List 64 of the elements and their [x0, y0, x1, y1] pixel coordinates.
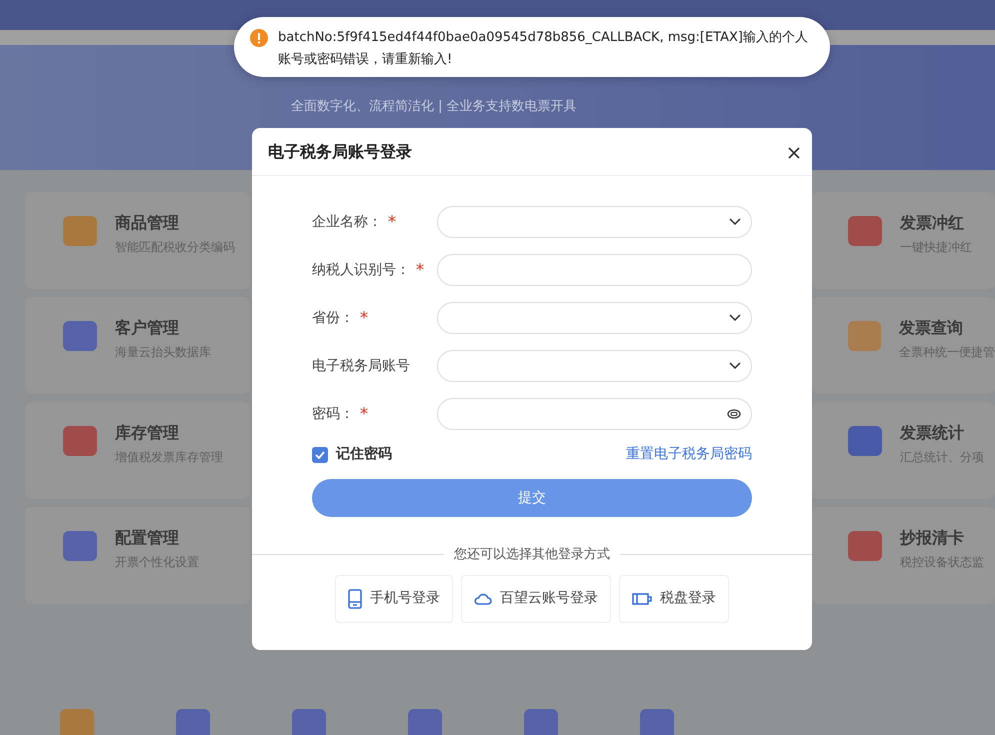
feature-title: 发票统计: [900, 422, 965, 444]
feature-card[interactable]: 配置管理 开票个性化设置: [25, 507, 250, 604]
field-label: 电子税务局账号: [312, 356, 410, 376]
eye-icon: [727, 409, 741, 419]
phone-icon: [348, 588, 362, 608]
input-field[interactable]: [437, 254, 752, 286]
required-mark: *: [388, 211, 396, 233]
feature-title: 商品管理: [115, 212, 180, 234]
field-label: 省份：: [312, 308, 354, 328]
chevron-down-icon: [729, 362, 741, 370]
usb-drive-icon: [632, 592, 652, 604]
feature-description: 汇总统计、分项: [900, 449, 984, 466]
reset-password-link[interactable]: 重置电子税务局密码: [626, 444, 752, 465]
input-field[interactable]: [437, 398, 752, 430]
feature-description: 全票种统一便捷管: [899, 344, 995, 361]
submit-button[interactable]: 提交: [312, 479, 752, 517]
feature-card[interactable]: 发票统计 汇总统计、分项: [812, 402, 995, 499]
feature-icon: [524, 709, 558, 735]
feature-icon: [60, 709, 94, 735]
field-label: 企业名称：: [312, 212, 382, 232]
cloud-icon: [474, 592, 492, 604]
feature-card[interactable]: 客户管理 海量云抬头数据库: [25, 297, 250, 394]
login-method-button[interactable]: 百望云账号登录: [461, 574, 611, 622]
other-methods-text: 您还可以选择其他登录方式: [454, 546, 610, 564]
select-field[interactable]: [437, 350, 752, 382]
feature-description: 增值税发票库存管理: [115, 449, 223, 466]
feature-title: 发票查询: [899, 317, 964, 339]
feature-icon: [640, 709, 674, 735]
required-mark: *: [360, 307, 368, 329]
feature-title: 发票冲红: [900, 212, 965, 234]
dialog-title: 电子税务局账号登录: [268, 140, 412, 162]
remember-checkbox[interactable]: [312, 446, 328, 462]
feature-description: 税控设备状态监: [900, 554, 984, 571]
chevron-down-icon: [729, 218, 741, 226]
banner-subtitle: 全面数字化、流程简洁化 | 全业务支持数电票开具: [291, 98, 577, 116]
required-mark: *: [360, 403, 368, 425]
feature-icon: [408, 709, 442, 735]
feature-description: 智能匹配税收分类编码: [115, 239, 235, 256]
required-mark: *: [416, 259, 424, 281]
chevron-down-icon: [729, 314, 741, 322]
feature-title: 配置管理: [115, 527, 180, 549]
feature-card[interactable]: 发票查询 全票种统一便捷管: [812, 297, 995, 394]
feature-description: 开票个性化设置: [115, 554, 199, 571]
feature-card[interactable]: 抄报清卡 税控设备状态监: [812, 507, 995, 604]
login-method-button[interactable]: 税盘登录: [619, 574, 729, 622]
error-message: batchNo:5f9f415ed4f44f0bae0a09545d78b856_CALLBACK, msg:[ETAX]输入的个人账号或密码错误，请重新输入!: [278, 29, 809, 69]
feature-icon: [176, 709, 210, 735]
remember-label: 记住密码: [336, 444, 392, 464]
feature-card[interactable]: 商品管理 智能匹配税收分类编码: [25, 192, 250, 289]
feature-title: 客户管理: [115, 317, 180, 339]
select-field[interactable]: [437, 302, 752, 334]
field-label: 纳税人识别号：: [312, 260, 410, 280]
feature-card[interactable]: 库存管理 增值税发票库存管理: [25, 402, 250, 499]
feature-description: 一键快捷冲红: [900, 239, 972, 256]
feature-card[interactable]: 发票冲红 一键快捷冲红: [812, 192, 995, 289]
feature-title: 抄报清卡: [900, 527, 965, 549]
warning-icon: [250, 29, 268, 47]
feature-description: 海量云抬头数据库: [115, 344, 211, 361]
field-label: 密码：: [312, 404, 354, 424]
feature-title: 库存管理: [115, 422, 180, 444]
feature-icon: [292, 709, 326, 735]
login-method-button[interactable]: 手机号登录: [335, 574, 453, 622]
select-field[interactable]: [437, 206, 752, 238]
check-icon: [315, 450, 325, 458]
